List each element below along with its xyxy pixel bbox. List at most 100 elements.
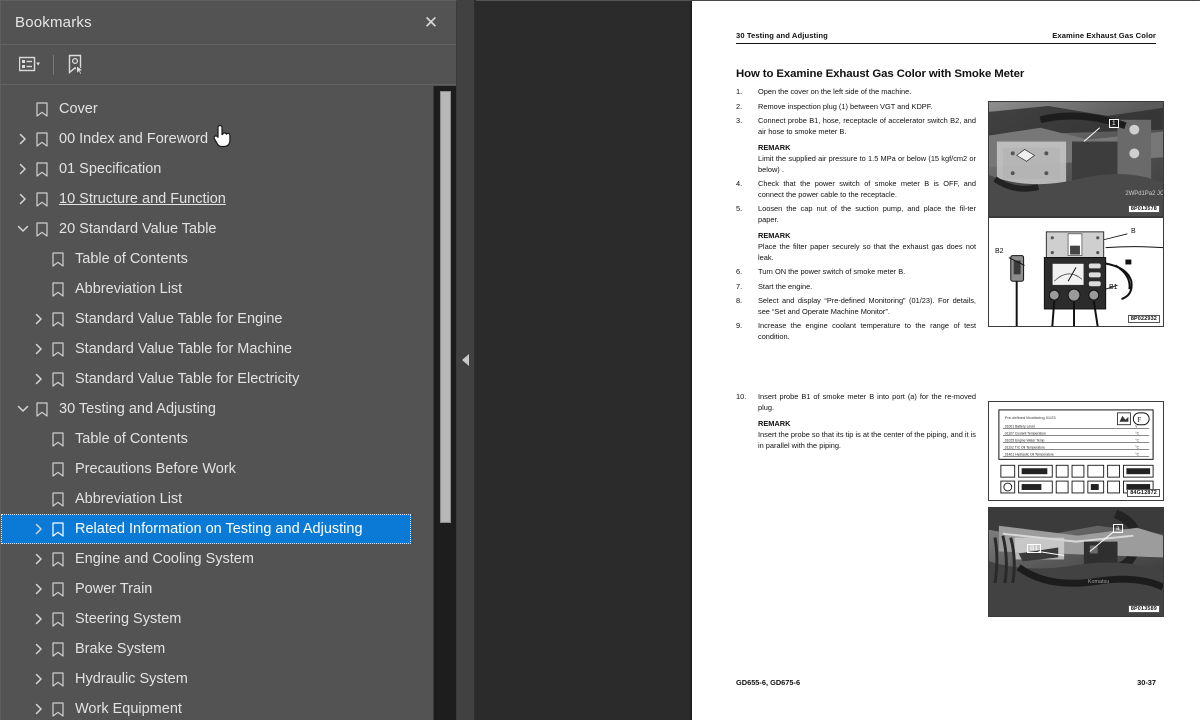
- chevron-right-icon[interactable]: [29, 334, 49, 364]
- bookmark-icon: [49, 634, 67, 664]
- bookmark-node-label: Engine and Cooling System: [75, 551, 254, 567]
- figure-label: B: [1131, 228, 1136, 235]
- bookmark-node[interactable]: Standard Value Table for Machine: [1, 334, 433, 364]
- twisty-placeholder: [29, 454, 49, 484]
- bookmark-node-label: Brake System: [75, 641, 166, 657]
- close-icon[interactable]: ✕: [420, 12, 442, 34]
- bookmark-node-label: Work Equipment: [75, 701, 182, 717]
- chevron-down-icon[interactable]: [13, 394, 33, 424]
- svg-text:01102 T/C Oil Temperature: 01102 T/C Oil Temperature: [1005, 445, 1045, 449]
- procedure-step: 7. Start the engine.: [736, 282, 976, 293]
- bookmark-options-icon[interactable]: [19, 52, 41, 78]
- page-footer: GD655-6, GD675-6 30-37: [736, 678, 1156, 687]
- step-number: 4.: [736, 179, 743, 189]
- bookmarks-panel: Bookmarks ✕ Cover 00 Index and Foreword …: [0, 0, 457, 720]
- bookmark-node[interactable]: Work Equipment: [1, 694, 433, 720]
- bookmark-node[interactable]: Engine and Cooling System: [1, 544, 433, 574]
- twisty-placeholder: [29, 484, 49, 514]
- header-left: 30 Testing and Adjusting: [736, 31, 828, 40]
- bookmark-node[interactable]: Hydraulic System: [1, 664, 433, 694]
- bookmark-node-label: Precautions Before Work: [75, 461, 236, 477]
- bookmark-node[interactable]: Precautions Before Work: [1, 454, 433, 484]
- bookmark-node[interactable]: 10 Structure and Function: [1, 184, 433, 214]
- chevron-right-icon[interactable]: [29, 664, 49, 694]
- bookmark-icon: [49, 424, 67, 454]
- step-text: Start the engine.: [758, 281, 813, 291]
- step-text: Increase the engine coolant temperature …: [758, 321, 976, 341]
- bookmark-icon: [33, 394, 51, 424]
- procedure-step: 8. Select and display “Pre-defined Monito…: [736, 296, 976, 317]
- remark-text: Limit the supplied air pressure to 1.5 M…: [758, 154, 976, 174]
- bookmark-node-label: Abbreviation List: [75, 281, 183, 297]
- procedure-steps: 1. Open the cover on the left side of the…: [736, 87, 976, 451]
- svg-text:°C: °C: [1135, 445, 1139, 449]
- bookmarks-scrollbar[interactable]: [433, 86, 456, 720]
- chevron-right-icon[interactable]: [29, 364, 49, 394]
- bookmark-node[interactable]: 00 Index and Foreword: [1, 124, 433, 154]
- step-number: 1.: [736, 87, 743, 96]
- bookmark-icon: [49, 664, 67, 694]
- bookmark-node[interactable]: Power Train: [1, 574, 433, 604]
- chevron-right-icon[interactable]: [29, 694, 49, 720]
- bookmark-node-label: 00 Index and Foreword: [59, 131, 209, 147]
- panel-collapse-handle[interactable]: [457, 0, 475, 720]
- chevron-right-icon[interactable]: [29, 544, 49, 574]
- figure-engine-inspection-plug: 2WPd1Pa2 JC 1 8P013578: [988, 101, 1164, 217]
- bookmark-node[interactable]: 30 Testing and Adjusting: [1, 394, 433, 424]
- step-text: Open the cover on the left side of the m…: [758, 87, 912, 96]
- figure-label: 1: [1109, 119, 1119, 128]
- step-number: 7.: [736, 281, 743, 291]
- bookmark-node-label: Table of Contents: [75, 251, 188, 267]
- bookmark-node[interactable]: Table of Contents: [1, 244, 433, 274]
- footer-model: GD655-6, GD675-6: [736, 678, 801, 687]
- bookmark-node[interactable]: Related Information on Testing and Adjus…: [1, 514, 411, 544]
- bookmark-node-label: Table of Contents: [75, 431, 188, 447]
- collapse-left-triangle-icon: [461, 354, 469, 366]
- text-spacer: [736, 346, 976, 392]
- bookmark-node[interactable]: 01 Specification: [1, 154, 433, 184]
- bookmark-icon: [49, 364, 67, 394]
- bookmark-icon: [49, 274, 67, 304]
- step-text: Check that the power switch of smoke met…: [758, 179, 976, 199]
- bookmark-node[interactable]: Abbreviation List: [1, 484, 433, 514]
- chevron-right-icon[interactable]: [13, 124, 33, 154]
- remark-block: REMARK Limit the supplied air pressure to…: [736, 143, 976, 175]
- bookmarks-toolbar: [1, 45, 456, 85]
- bookmarks-scrollbar-thumb[interactable]: [440, 91, 451, 523]
- remark-block: REMARK Place the filter paper securely so…: [736, 231, 976, 263]
- procedure-step: 5. Loosen the cap nut of the suction pump…: [736, 204, 976, 225]
- bookmark-node[interactable]: Standard Value Table for Electricity: [1, 364, 433, 394]
- bookmark-node-label: 20 Standard Value Table: [59, 221, 217, 237]
- bookmark-node[interactable]: Cover: [1, 94, 433, 124]
- chevron-right-icon[interactable]: [13, 154, 33, 184]
- step-text: Insert probe B1 of smoke meter B into po…: [758, 392, 976, 412]
- figure-code: 84G12872: [1127, 489, 1160, 497]
- bookmark-icon: [49, 694, 67, 720]
- step-text: Turn ON the power switch of smoke meter …: [758, 267, 906, 277]
- bookmark-icon: [49, 334, 67, 364]
- new-bookmark-icon[interactable]: [66, 52, 86, 78]
- bookmark-icon: [49, 514, 67, 544]
- procedure-step: 4. Check that the power switch of smoke m…: [736, 179, 976, 200]
- chevron-right-icon[interactable]: [13, 184, 33, 214]
- chevron-down-icon[interactable]: [13, 214, 33, 244]
- chevron-right-icon[interactable]: [29, 304, 49, 334]
- remark-block: REMARK Insert the probe so that its tip i…: [736, 419, 976, 451]
- bookmark-node[interactable]: 20 Standard Value Table: [1, 214, 433, 244]
- bookmark-node-label: 01 Specification: [59, 161, 162, 177]
- bookmark-node[interactable]: Steering System: [1, 604, 433, 634]
- step-number: 3.: [736, 116, 743, 126]
- header-right: Examine Exhaust Gas Color: [1052, 31, 1156, 40]
- figure-label: B1: [1027, 544, 1041, 553]
- bookmarks-tree: Cover 00 Index and Foreword 01 Specificati…: [1, 86, 433, 720]
- bookmarks-panel-header: Bookmarks ✕: [1, 1, 456, 45]
- bookmark-node[interactable]: Brake System: [1, 634, 433, 664]
- procedure-step: 1. Open the cover on the left side of the…: [736, 87, 976, 98]
- bookmark-node[interactable]: Abbreviation List: [1, 274, 433, 304]
- bookmark-node[interactable]: Standard Value Table for Engine: [1, 304, 433, 334]
- chevron-right-icon[interactable]: [29, 634, 49, 664]
- chevron-right-icon[interactable]: [29, 574, 49, 604]
- chevron-right-icon[interactable]: [29, 604, 49, 634]
- chevron-right-icon[interactable]: [29, 514, 49, 544]
- bookmark-node[interactable]: Table of Contents: [1, 424, 433, 454]
